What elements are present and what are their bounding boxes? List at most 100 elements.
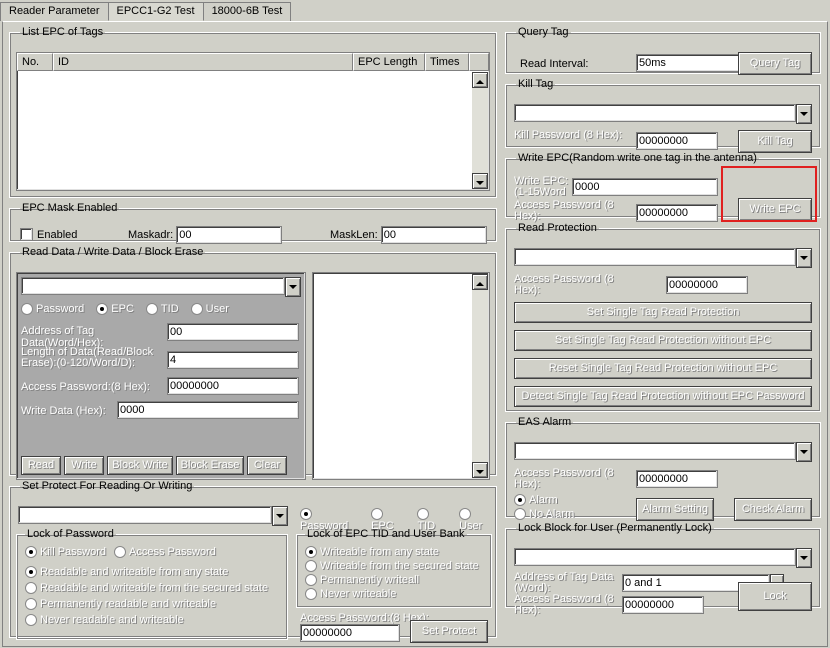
addr-input[interactable] — [167, 323, 299, 341]
read-protection-fieldset: Read Protection Access Password (8 Hex):… — [505, 222, 821, 412]
lb-addr-label: Address of Tag Data (Word): — [514, 572, 624, 594]
kill-tag-button[interactable]: Kill Tag — [738, 130, 812, 153]
rp-epc-dd-btn[interactable] — [796, 248, 812, 268]
protect-epc-select[interactable] — [18, 506, 272, 524]
lb-pwd-label: Access Password (8 Hex): — [514, 594, 624, 616]
write-epc-pwd-input[interactable] — [636, 204, 718, 222]
enabled-label: Enabled — [37, 229, 77, 241]
lp-r1[interactable] — [25, 582, 37, 594]
rw-output-scrollbar[interactable] — [472, 274, 488, 478]
check-alarm-button[interactable]: Check Alarm — [734, 498, 812, 521]
eas-fieldset: EAS Alarm Access Password (8 Hex): Alarm… — [505, 416, 821, 518]
radio-password[interactable] — [21, 303, 33, 315]
rp-btn-0[interactable]: Set Single Tag Read Protection — [514, 302, 812, 323]
len-input[interactable] — [167, 351, 299, 369]
eas-epc-select[interactable] — [514, 442, 796, 460]
rp-epc-select[interactable] — [514, 248, 796, 266]
protect-epc-dropdown-btn[interactable] — [272, 506, 288, 526]
eas-legend: EAS Alarm — [516, 416, 573, 428]
tab-epcc1-g2-test[interactable]: EPCC1-G2 Test — [108, 2, 204, 21]
col-no[interactable]: No. — [17, 53, 53, 71]
query-legend: Query Tag — [516, 26, 571, 38]
p-radio-password[interactable] — [300, 508, 312, 520]
masklen-input[interactable] — [381, 226, 487, 244]
p-radio-epc[interactable] — [371, 508, 383, 520]
read-button[interactable]: Read — [21, 456, 61, 475]
maskadr-input[interactable] — [176, 226, 282, 244]
lp-access[interactable] — [114, 546, 126, 558]
query-fieldset: Query Tag Read Interval: Query Tag — [505, 26, 821, 74]
radio-epc[interactable] — [96, 303, 108, 315]
lb-r2[interactable] — [305, 574, 317, 586]
rw-epc-select[interactable] — [21, 277, 285, 295]
scroll-up[interactable] — [472, 274, 488, 290]
write-epc-fieldset: Write EPC(Random write one tag in the an… — [505, 152, 821, 218]
rp-btn-3[interactable]: Detect Single Tag Read Protection withou… — [514, 386, 812, 407]
write-button[interactable]: Write — [64, 456, 104, 475]
kill-epc-dd-btn[interactable] — [796, 104, 812, 124]
tab-18000-6b-test[interactable]: 18000-6B Test — [203, 2, 292, 21]
lb-r0[interactable] — [305, 546, 317, 558]
tab-reader-parameter[interactable]: Reader Parameter — [0, 2, 109, 21]
kill-epc-select[interactable] — [514, 104, 796, 122]
rw-output[interactable] — [312, 272, 490, 480]
scroll-down[interactable] — [472, 462, 488, 478]
wr-label: Write Data (Hex): — [21, 405, 106, 417]
set-protect-button[interactable]: Set Protect — [410, 620, 488, 643]
rw-epc-dropdown-btn[interactable] — [285, 277, 301, 297]
lb-r3[interactable] — [305, 588, 317, 600]
col-id[interactable]: ID — [53, 53, 353, 71]
wr-input[interactable] — [117, 401, 299, 419]
epc-mask-fieldset: EPC Mask Enabled Enabled Maskadr: MaskLe… — [9, 202, 497, 242]
lb-epc-dd-btn[interactable] — [796, 548, 812, 568]
lb-pwd-input[interactable] — [622, 596, 704, 614]
scroll-up[interactable] — [472, 72, 488, 88]
eas-pwd-input[interactable] — [636, 470, 718, 488]
masklen-label: MaskLen: — [330, 229, 378, 241]
alarm-setting-button[interactable]: Alarm Setting — [636, 498, 714, 521]
clear-button[interactable]: Clear — [247, 456, 287, 475]
eas-alarm-radio[interactable] — [514, 494, 526, 506]
lb-epc-select[interactable] — [514, 548, 796, 566]
rp-btn-1[interactable]: Set Single Tag Read Protection without E… — [514, 330, 812, 351]
rw-controls: Password EPC TID User Address of Tag Dat… — [16, 272, 306, 480]
radio-user[interactable] — [191, 303, 203, 315]
rp-pwd-input[interactable] — [666, 276, 748, 294]
lock-button[interactable]: Lock — [738, 582, 812, 611]
col-spacer — [469, 53, 489, 71]
rw-pwd-label: Access Password:(8 Hex): — [21, 381, 165, 393]
write-epc-button[interactable]: Write EPC — [738, 198, 812, 221]
lb-r1[interactable] — [305, 560, 317, 572]
epc-mask-legend: EPC Mask Enabled — [20, 202, 119, 214]
rp-btn-2[interactable]: Reset Single Tag Read Protection without… — [514, 358, 812, 379]
tab-panel: List EPC of Tags No. ID EPC Length Times… — [2, 21, 828, 647]
p-radio-user[interactable] — [459, 508, 471, 520]
write-epc-input[interactable] — [572, 178, 718, 196]
radio-tid[interactable] — [146, 303, 158, 315]
kill-pwd-input[interactable] — [636, 132, 718, 150]
lp-kill[interactable] — [25, 546, 37, 558]
rw-legend: Read Data / Write Data / Block Erase — [20, 246, 205, 258]
scroll-down[interactable] — [472, 173, 488, 189]
block-erase-button[interactable]: Block Erase — [176, 456, 244, 475]
lp-r2[interactable] — [25, 598, 37, 610]
lp-r0[interactable] — [25, 566, 37, 578]
p-radio-tid[interactable] — [417, 508, 429, 520]
protect-legend: Set Protect For Reading Or Writing — [20, 480, 194, 492]
col-times[interactable]: Times — [425, 53, 469, 71]
col-epc-length[interactable]: EPC Length — [353, 53, 425, 71]
lock-block-fieldset: Lock Block for User (Permanently Lock) A… — [505, 522, 821, 608]
block-write-button[interactable]: Block Write — [107, 456, 173, 475]
table-scrollbar[interactable] — [472, 72, 488, 189]
lp-r3[interactable] — [25, 614, 37, 626]
lock-bank-fieldset: Lock of EPC TID and User Bank Writeable … — [296, 528, 492, 608]
rw-pwd-input[interactable] — [167, 377, 299, 395]
protect-pwd-input[interactable] — [300, 624, 400, 642]
kill-pwd-label: Kill Password (8 Hex): — [514, 130, 624, 141]
kill-legend: Kill Tag — [516, 78, 555, 90]
tag-table: No. ID EPC Length Times — [16, 52, 490, 191]
query-tag-button[interactable]: Query Tag — [738, 52, 812, 75]
eas-epc-dd-btn[interactable] — [796, 442, 812, 462]
enabled-checkbox[interactable] — [20, 228, 33, 241]
eas-noalarm-radio[interactable] — [514, 508, 526, 520]
